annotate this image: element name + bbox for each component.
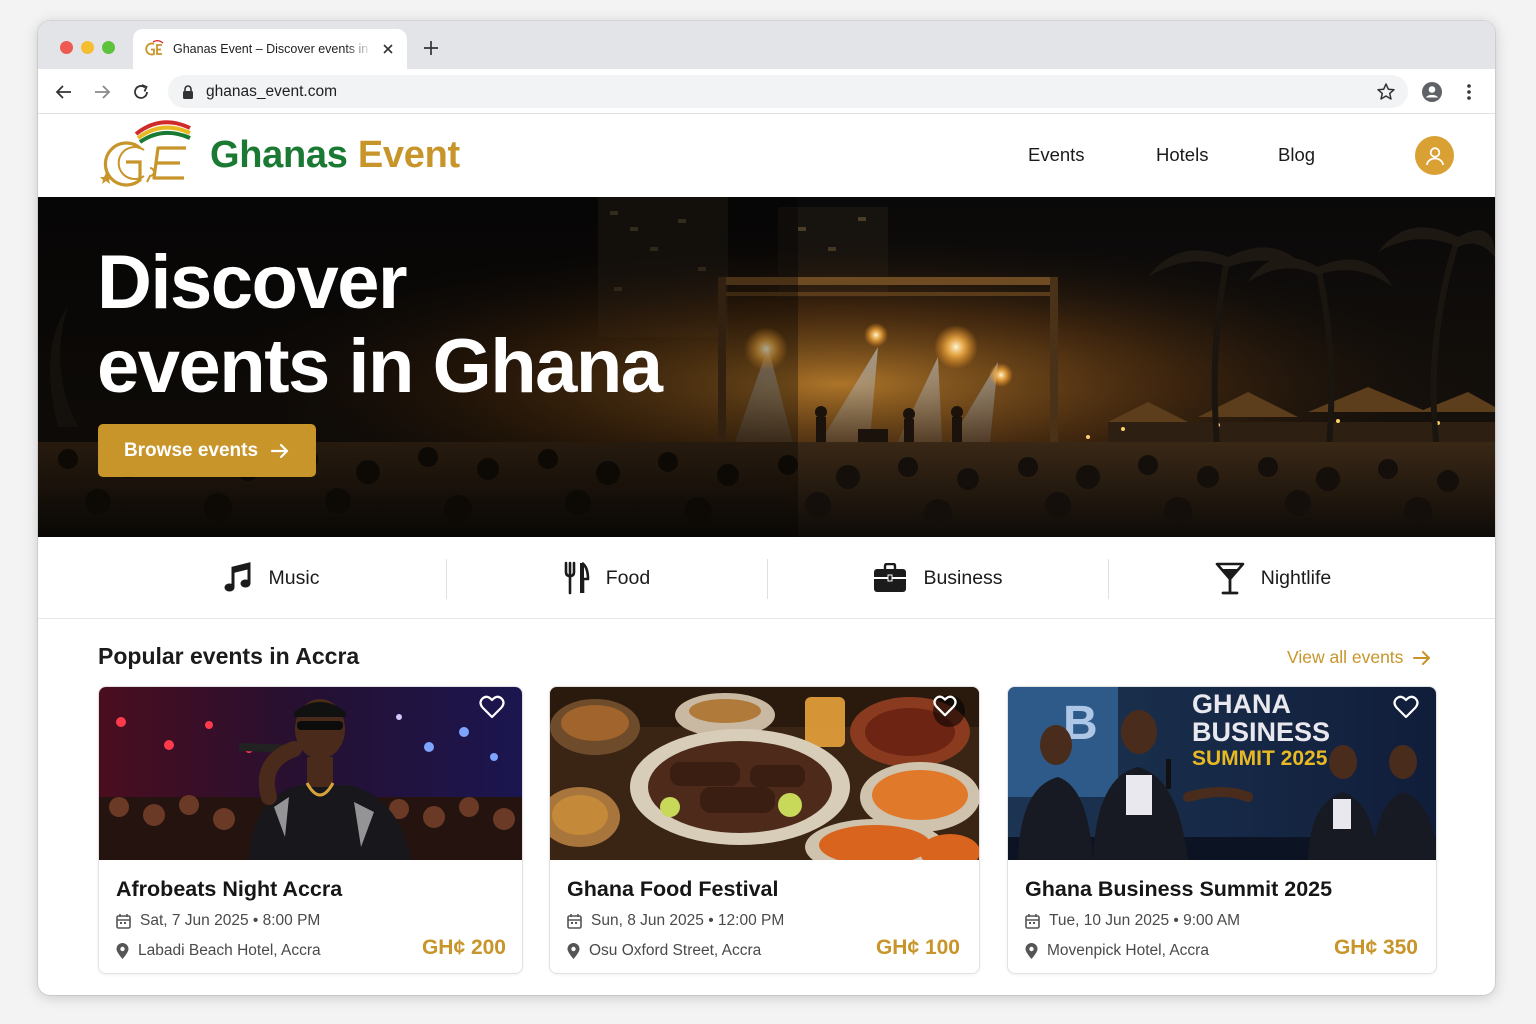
panel-discussion-image: B GHANA BUSINESS SUMMIT 2025 — [1008, 687, 1436, 860]
forward-arrow-icon[interactable] — [91, 81, 113, 103]
hero-banner: Discover events in Ghana Browse events — [38, 197, 1495, 537]
event-location-text: Osu Oxford Street, Accra — [589, 942, 762, 959]
briefcase-icon — [874, 563, 907, 592]
event-title: Ghana Food Festival — [567, 877, 779, 901]
event-date-text: Tue, 10 Jun 2025 • 9:00 AM — [1049, 912, 1240, 929]
browse-events-button[interactable]: Browse events — [98, 424, 316, 477]
tab-strip: Ghanas Event – Discover events in Ghana — [38, 21, 1495, 69]
brand-name[interactable]: Ghanas Event — [210, 134, 460, 177]
event-card-food-festival[interactable]: Ghana Food Festival Sun, 8 Jun 2025 • 12… — [549, 686, 980, 974]
brand-name-second: Event — [357, 134, 460, 176]
hero-title-line1: Discover — [97, 240, 408, 325]
event-date: Sat, 7 Jun 2025 • 8:00 PM — [116, 912, 320, 930]
reload-icon[interactable] — [130, 81, 152, 103]
favorite-heart-icon[interactable] — [1393, 695, 1423, 725]
tab-close-icon[interactable] — [379, 40, 397, 58]
fork-knife-icon — [564, 561, 590, 595]
arrow-right-icon — [270, 443, 289, 458]
event-title: Afrobeats Night Accra — [116, 877, 343, 901]
event-price: GH¢ 200 — [421, 936, 506, 959]
arrow-right-icon — [1413, 650, 1431, 665]
nav-events-link[interactable]: Events — [1028, 144, 1085, 166]
event-title: Ghana Business Summit 2025 — [1025, 877, 1333, 901]
event-image-afrobeats — [99, 687, 522, 860]
event-price: GH¢ 100 — [875, 936, 960, 959]
favorite-heart-icon[interactable] — [933, 695, 965, 727]
calendar-icon — [1025, 914, 1040, 929]
event-date-text: Sat, 7 Jun 2025 • 8:00 PM — [140, 912, 321, 929]
location-pin-icon — [116, 942, 129, 959]
minimize-window-button[interactable] — [81, 41, 94, 54]
event-location-text: Labadi Beach Hotel, Accra — [138, 942, 321, 959]
site-header: Ghanas Event Events Hotels Blog — [38, 114, 1495, 197]
event-image-business-summit: B GHANA BUSINESS SUMMIT 2025 — [1008, 687, 1436, 860]
nav-hotels-link[interactable]: Hotels — [1156, 144, 1208, 166]
event-location-text: Movenpick Hotel, Accra — [1047, 942, 1209, 959]
category-business[interactable]: Business — [768, 537, 1108, 619]
hero-title-line2: events in Ghana — [97, 324, 663, 409]
browser-tab-active[interactable]: Ghanas Event – Discover events in Ghana — [133, 29, 407, 69]
location-pin-icon — [1025, 942, 1038, 959]
ghanas-event-logo[interactable] — [96, 118, 196, 190]
event-location: Labadi Beach Hotel, Accra — [116, 942, 321, 960]
category-bar: Music Food Business Nightlife — [38, 537, 1495, 619]
location-pin-icon — [567, 942, 580, 959]
event-date: Tue, 10 Jun 2025 • 9:00 AM — [1025, 912, 1240, 930]
browser-toolbar: ghanas_event.com — [38, 69, 1495, 114]
event-date: Sun, 8 Jun 2025 • 12:00 PM — [567, 912, 784, 930]
popular-events-heading: Popular events in Accra — [98, 643, 360, 669]
browse-events-label: Browse events — [123, 439, 259, 461]
view-all-events-link[interactable]: View all events — [1287, 647, 1431, 668]
user-icon — [1425, 146, 1444, 165]
bookmark-star-icon[interactable] — [1376, 82, 1396, 102]
category-business-label: Business — [923, 566, 1003, 589]
category-nightlife[interactable]: Nightlife — [1108, 537, 1438, 619]
category-food-label: Food — [605, 566, 651, 589]
event-price: GH¢ 350 — [1333, 936, 1418, 959]
brand-name-first: Ghanas — [210, 134, 348, 176]
category-food[interactable]: Food — [446, 537, 768, 619]
close-window-button[interactable] — [60, 41, 73, 54]
category-music-label: Music — [268, 566, 320, 589]
url-text: ghanas_event.com — [206, 82, 337, 100]
address-bar[interactable]: ghanas_event.com — [168, 75, 1408, 108]
browser-window: Ghanas Event – Discover events in Ghana … — [38, 21, 1495, 995]
favorite-heart-icon[interactable] — [479, 695, 509, 725]
nav-blog-link[interactable]: Blog — [1278, 144, 1315, 166]
event-location: Osu Oxford Street, Accra — [567, 942, 761, 960]
event-image-food-festival — [550, 687, 979, 860]
music-note-icon — [224, 562, 251, 592]
tab-title: Ghanas Event – Discover events in Ghana — [173, 42, 373, 56]
view-all-events-label: View all events — [1287, 647, 1404, 667]
event-location: Movenpick Hotel, Accra — [1025, 942, 1209, 960]
summit-banner-line1: GHANA — [1192, 689, 1291, 719]
event-date-text: Sun, 8 Jun 2025 • 12:00 PM — [591, 912, 785, 929]
maximize-window-button[interactable] — [102, 41, 115, 54]
browser-profile-icon[interactable] — [1421, 81, 1443, 103]
event-card-business-summit[interactable]: B GHANA BUSINESS SUMMIT 2025 Ghana Busin… — [1007, 686, 1437, 974]
lock-icon — [183, 84, 193, 99]
category-nightlife-label: Nightlife — [1260, 566, 1332, 589]
hero-title: Discover events in Ghana — [97, 241, 797, 409]
back-arrow-icon[interactable] — [53, 81, 75, 103]
site-favicon-icon — [145, 40, 164, 56]
new-tab-icon[interactable] — [421, 38, 441, 58]
event-card-afrobeats[interactable]: Afrobeats Night Accra Sat, 7 Jun 2025 • … — [98, 686, 523, 974]
calendar-icon — [116, 914, 131, 929]
category-music[interactable]: Music — [96, 537, 446, 619]
summit-banner-line3: SUMMIT 2025 — [1192, 747, 1328, 770]
performer-stage-image — [99, 687, 522, 860]
calendar-icon — [567, 914, 582, 929]
user-account-button[interactable] — [1415, 136, 1454, 175]
food-platter-image — [550, 687, 979, 860]
browser-menu-icon[interactable] — [1459, 81, 1479, 103]
cocktail-glass-icon — [1215, 562, 1245, 595]
summit-banner-line2: BUSINESS — [1192, 717, 1330, 747]
window-controls — [60, 41, 115, 54]
